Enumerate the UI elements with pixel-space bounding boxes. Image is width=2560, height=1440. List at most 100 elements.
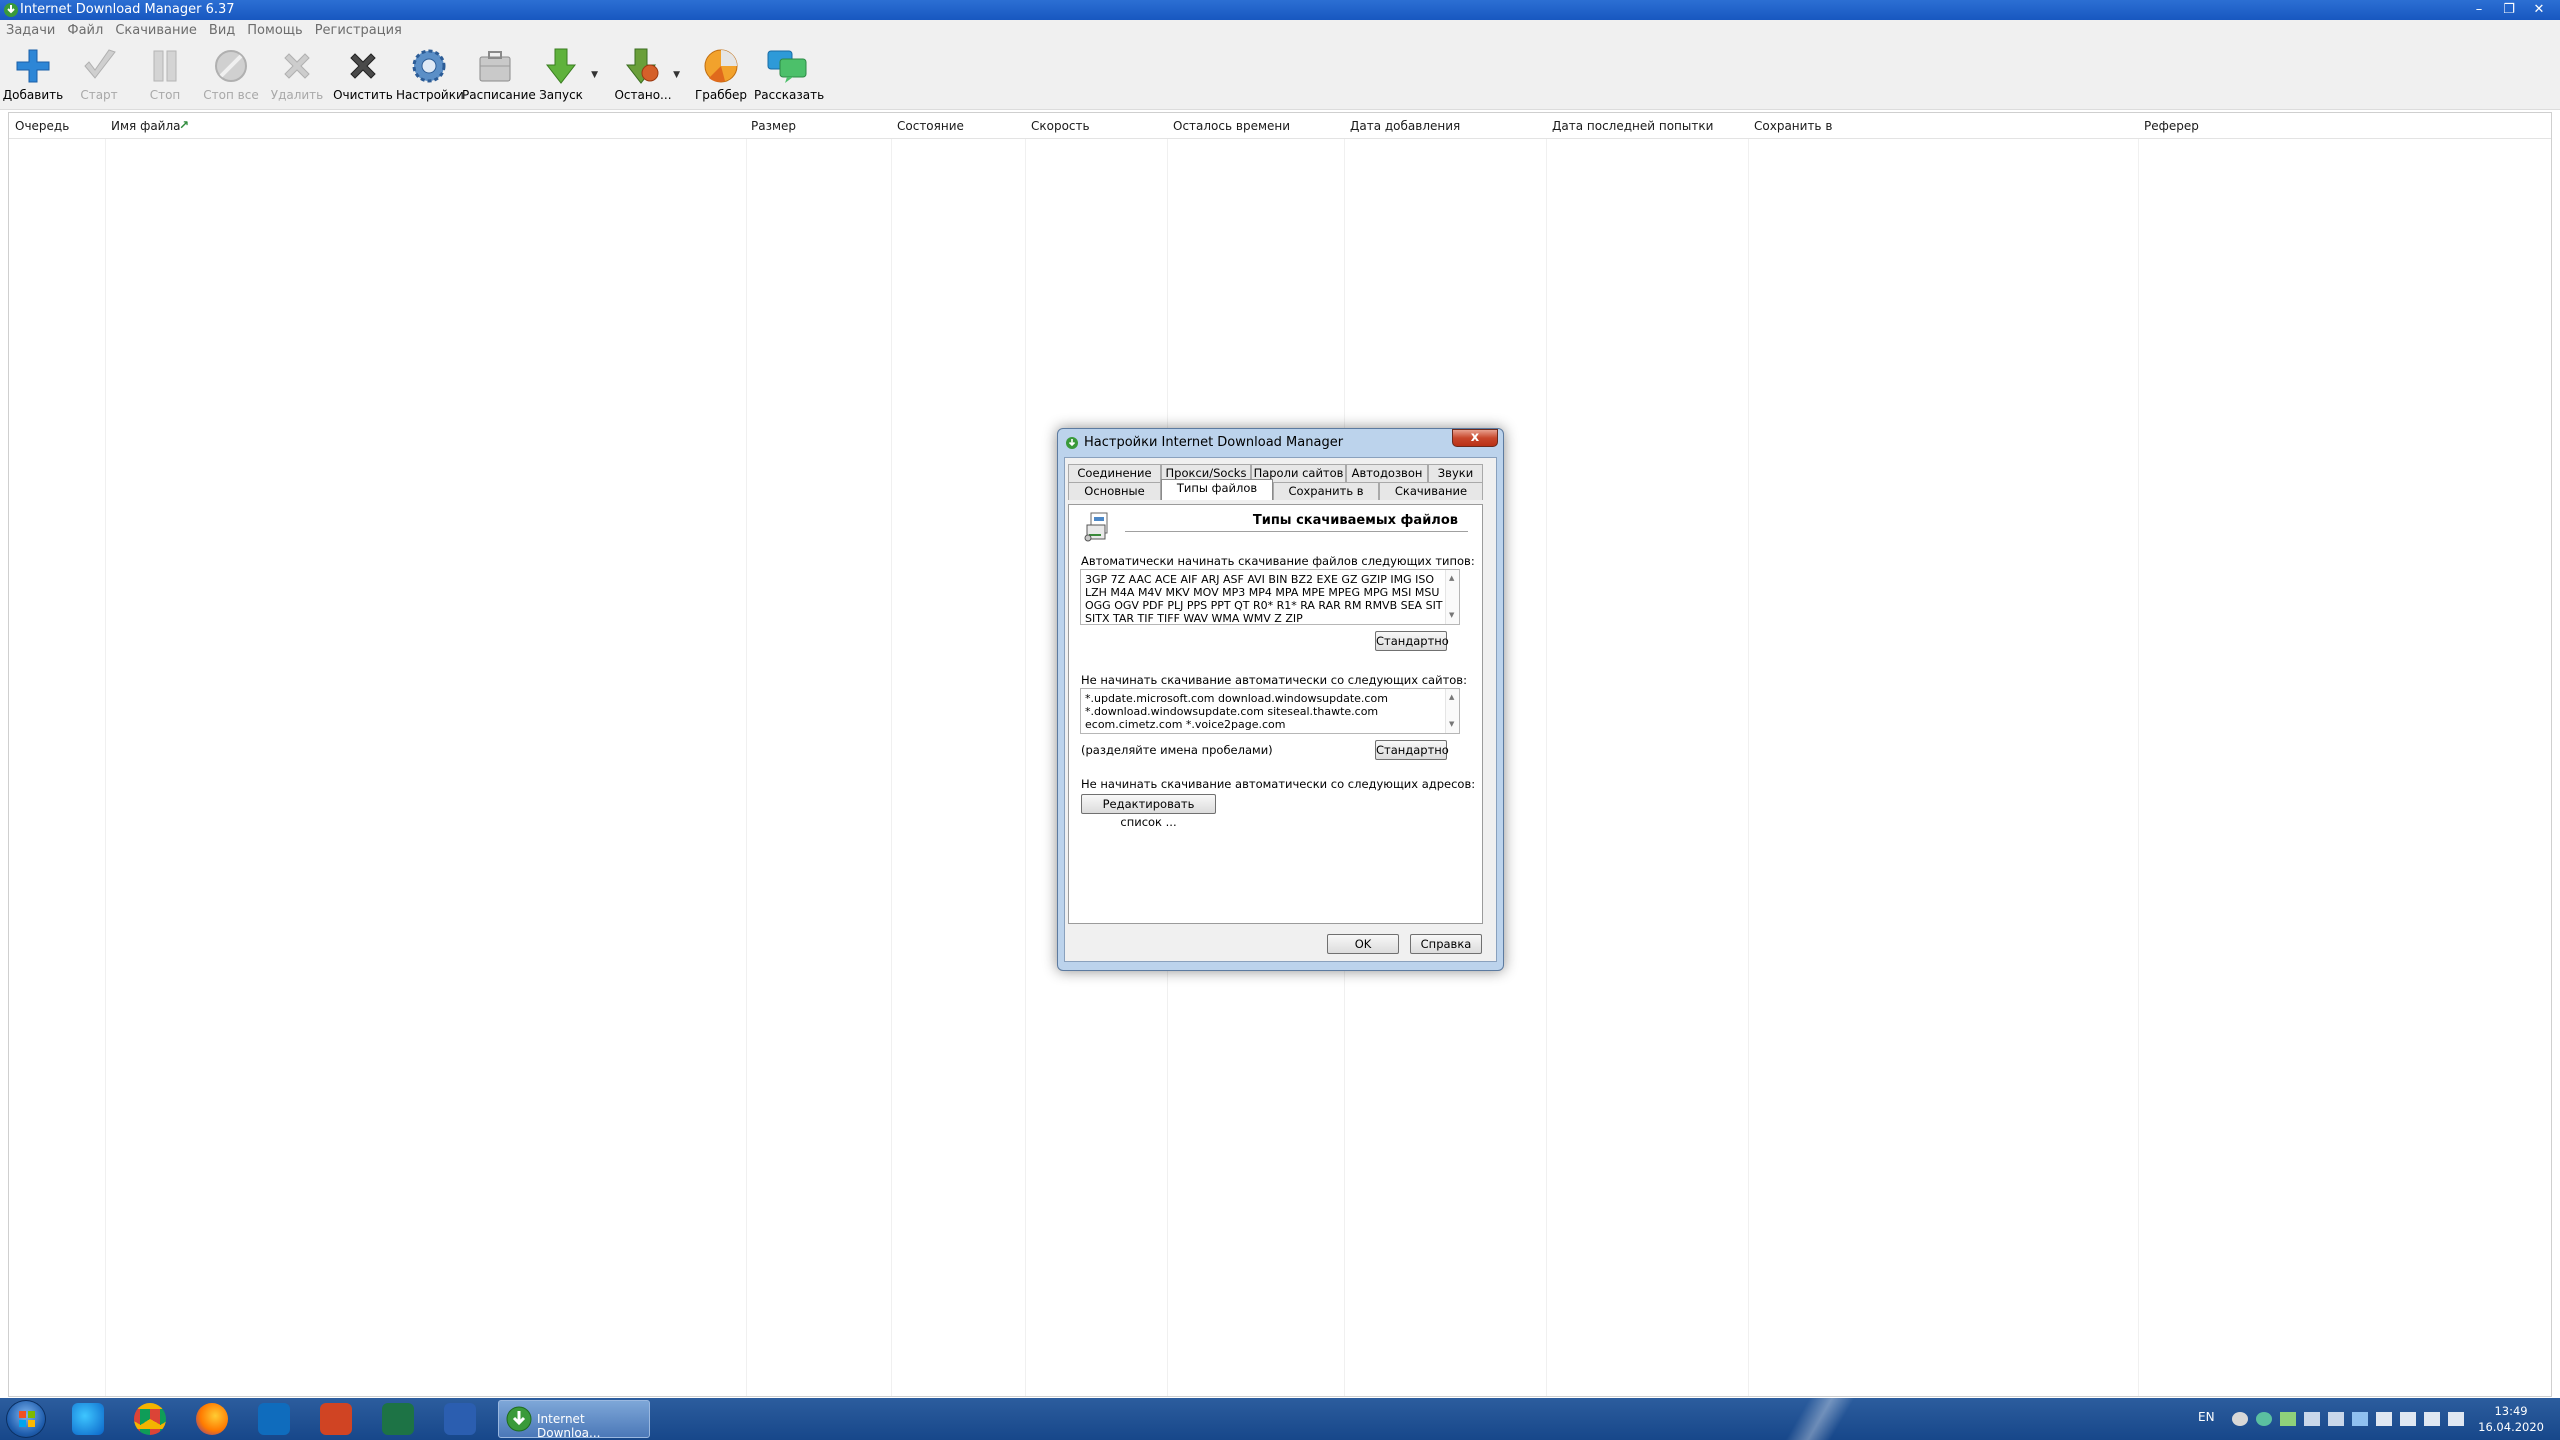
- ok-button[interactable]: OK: [1327, 934, 1399, 954]
- delete-button[interactable]: Удалить: [264, 44, 330, 106]
- start-button[interactable]: [6, 1400, 46, 1438]
- excluded-sites-text: *.update.microsoft.com download.windowsu…: [1085, 692, 1388, 731]
- tab-dial-up[interactable]: Автодозвон: [1346, 464, 1428, 482]
- menu-tasks[interactable]: Задачи: [6, 20, 63, 42]
- excel-icon[interactable]: [382, 1403, 414, 1435]
- firefox-icon[interactable]: [196, 1403, 228, 1435]
- tray-app-icon[interactable]: [2328, 1412, 2344, 1426]
- volume-icon[interactable]: [2448, 1412, 2464, 1426]
- scheduler-button[interactable]: Расписание: [462, 44, 536, 106]
- scroll-up-icon[interactable]: ▲: [1449, 691, 1454, 704]
- settings-button[interactable]: Настройки: [396, 44, 464, 106]
- column-referer[interactable]: Реферер: [2144, 119, 2199, 133]
- grabber-icon: [704, 49, 738, 83]
- stop-queue-button[interactable]: Остано... ▼: [610, 44, 680, 106]
- column-divider: [1025, 139, 1026, 1396]
- tray-idm-icon[interactable]: [2280, 1412, 2296, 1426]
- edit-list-button[interactable]: Редактировать список ...: [1081, 794, 1216, 829]
- add-button[interactable]: Добавить: [0, 44, 66, 106]
- file-types-label: Автоматически начинать скачивание файлов…: [1081, 554, 1475, 568]
- column-queue[interactable]: Очередь: [15, 119, 69, 133]
- edge-icon[interactable]: [72, 1403, 104, 1435]
- tab-general[interactable]: Основные: [1068, 482, 1161, 500]
- scroll-down-icon[interactable]: ▼: [1449, 718, 1454, 731]
- chevron-down-icon[interactable]: ▼: [673, 70, 680, 80]
- taskbar-idm-button[interactable]: Internet Downloa...: [498, 1400, 650, 1440]
- chevron-down-icon[interactable]: ▼: [591, 70, 598, 80]
- close-button[interactable]: ✕: [2524, 0, 2554, 20]
- outlook-icon[interactable]: [258, 1403, 290, 1435]
- file-types-text: 3GP 7Z AAC ACE AIF ARJ ASF AVI BIN BZ2 E…: [1085, 573, 1443, 625]
- tray-app-icon[interactable]: [2304, 1412, 2320, 1426]
- column-save-to[interactable]: Сохранить в: [1754, 119, 1832, 133]
- word-icon[interactable]: [444, 1403, 476, 1435]
- tab-downloads[interactable]: Скачивание: [1379, 482, 1483, 500]
- tray-app-icon[interactable]: [2352, 1412, 2368, 1426]
- minimize-button[interactable]: –: [2464, 0, 2494, 20]
- column-last-try[interactable]: Дата последней попытки: [1552, 119, 1713, 133]
- network-icon[interactable]: [2424, 1412, 2440, 1426]
- column-size[interactable]: Размер: [751, 119, 796, 133]
- scroll-up-icon[interactable]: ▲: [1449, 572, 1454, 585]
- grabber-label: Граббер: [694, 88, 748, 102]
- add-label: Добавить: [2, 88, 64, 102]
- sort-arrow-icon[interactable]: ↗: [179, 118, 189, 132]
- add-icon: [16, 49, 50, 83]
- settings-icon: [412, 49, 446, 83]
- language-indicator[interactable]: EN: [2198, 1410, 2215, 1424]
- windows-logo-icon: [19, 1411, 35, 1427]
- powerpoint-icon[interactable]: [320, 1403, 352, 1435]
- clock[interactable]: 13:49 16.04.2020: [2478, 1403, 2544, 1435]
- tell-friend-icon: [767, 50, 807, 83]
- default-sites-button[interactable]: Стандартно: [1375, 740, 1449, 760]
- title-bar: Internet Download Manager 6.37 – ❐ ✕: [0, 0, 2560, 20]
- maximize-button[interactable]: ❐: [2494, 0, 2524, 20]
- tray-app-icon[interactable]: [2376, 1412, 2392, 1426]
- help-button[interactable]: Справка: [1410, 934, 1482, 954]
- column-time-left[interactable]: Осталось времени: [1173, 119, 1290, 133]
- chrome-icon[interactable]: [134, 1403, 166, 1435]
- clear-icon: [350, 53, 376, 79]
- start-label: Старт: [80, 88, 118, 102]
- start-queue-label: Запуск: [539, 88, 583, 102]
- stop-all-button[interactable]: Стоп все: [198, 44, 264, 106]
- excluded-sites-textarea[interactable]: *.update.microsoft.com download.windowsu…: [1080, 688, 1460, 734]
- list-header: Очередь Имя файла ↗ Размер Состояние Ско…: [9, 113, 2551, 139]
- clear-label: Очистить: [333, 88, 393, 102]
- start-queue-button[interactable]: Запуск ▼: [528, 44, 598, 106]
- default-types-button[interactable]: Стандартно: [1375, 631, 1449, 651]
- stop-button[interactable]: Стоп: [132, 44, 198, 106]
- sites-hint: (разделяйте имена пробелами): [1081, 743, 1273, 757]
- scrollbar[interactable]: ▲ ▼: [1445, 570, 1459, 624]
- menu-registration[interactable]: Регистрация: [315, 20, 410, 42]
- menu-file[interactable]: Файл: [67, 20, 111, 42]
- column-speed[interactable]: Скорость: [1031, 119, 1090, 133]
- file-types-textarea[interactable]: 3GP 7Z AAC ACE AIF ARJ ASF AVI BIN BZ2 E…: [1080, 569, 1460, 625]
- scrollbar[interactable]: ▲ ▼: [1445, 689, 1459, 733]
- tell-friend-button[interactable]: Рассказать: [754, 44, 825, 106]
- column-file-name[interactable]: Имя файла: [111, 119, 181, 133]
- tab-sounds[interactable]: Звуки: [1428, 464, 1483, 482]
- tell-friend-label: Рассказать: [754, 88, 825, 102]
- tab-file-types[interactable]: Типы файлов: [1161, 479, 1273, 500]
- tab-save-to[interactable]: Сохранить в: [1273, 482, 1379, 500]
- taskbar: Internet Downloa... EN 13:49 16.04.2020: [0, 1398, 2560, 1440]
- tray-app-icon[interactable]: [2232, 1412, 2248, 1426]
- menu-downloads[interactable]: Скачивание: [115, 20, 205, 42]
- file-types-panel: Типы скачиваемых файлов Автоматически на…: [1068, 504, 1483, 924]
- start-button[interactable]: Старт: [66, 44, 132, 106]
- tray-app-icon[interactable]: [2400, 1412, 2416, 1426]
- clock-time: 13:49: [2494, 1404, 2528, 1418]
- column-status[interactable]: Состояние: [897, 119, 964, 133]
- scheduler-icon: [479, 51, 511, 82]
- tray-app-icon[interactable]: [2256, 1412, 2272, 1426]
- tab-connection[interactable]: Соединение: [1068, 464, 1161, 482]
- tab-row-top: Соединение Прокси/Socks Пароли сайтов Ав…: [1068, 464, 1483, 482]
- menu-view[interactable]: Вид: [209, 20, 243, 42]
- clear-button[interactable]: Очистить: [330, 44, 396, 106]
- column-date-added[interactable]: Дата добавления: [1350, 119, 1460, 133]
- scroll-down-icon[interactable]: ▼: [1449, 609, 1454, 622]
- dialog-close-button[interactable]: x: [1452, 429, 1498, 447]
- grabber-button[interactable]: Граббер: [688, 44, 754, 106]
- menu-help[interactable]: Помощь: [247, 20, 310, 42]
